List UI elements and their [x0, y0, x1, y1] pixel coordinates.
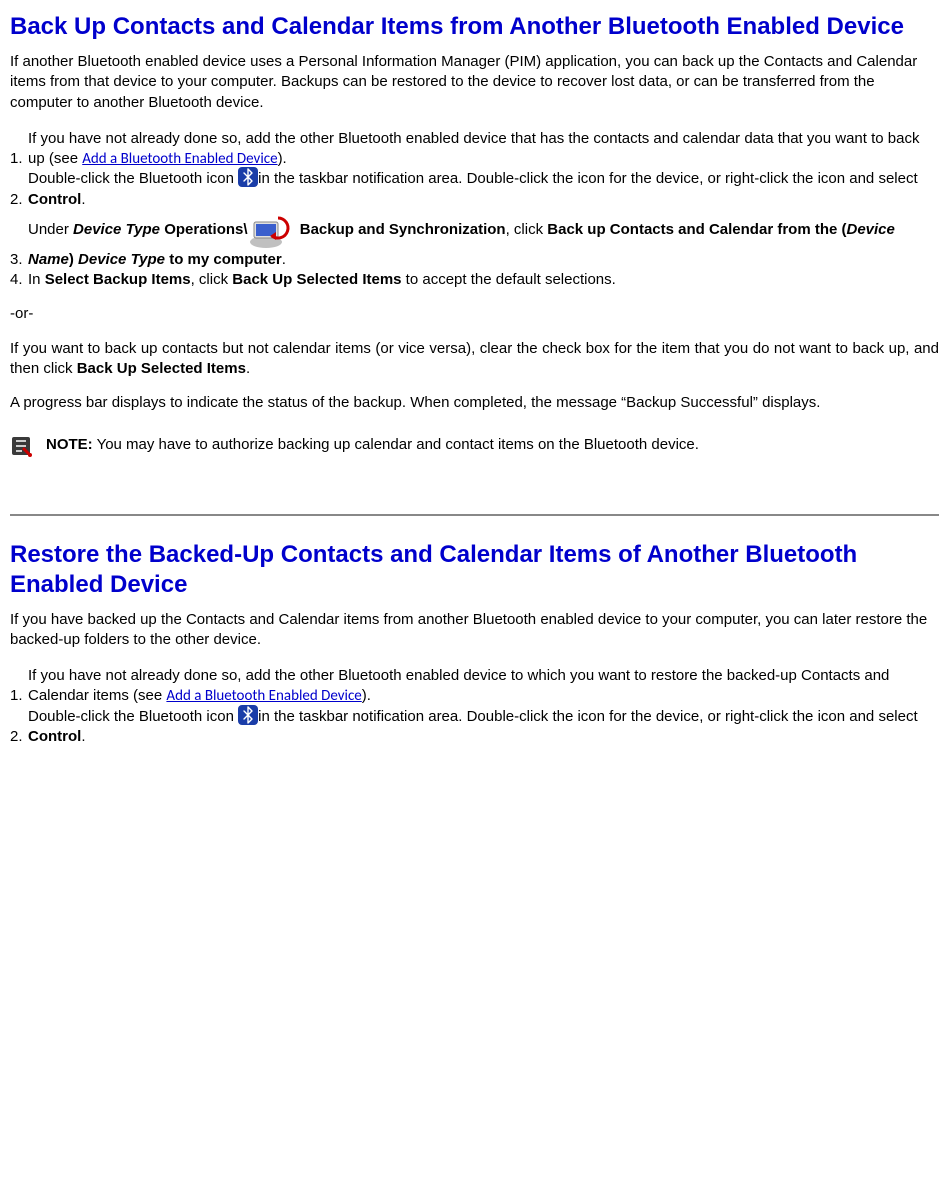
section2-steps: 1. If you have not already done so, add …: [10, 666, 939, 747]
step-text: Double-click the Bluetooth icon in the t…: [28, 169, 939, 210]
step-number: 1.: [10, 666, 28, 707]
section-separator: [10, 514, 939, 516]
section2-intro: If you have backed up the Contacts and C…: [10, 610, 939, 651]
add-bluetooth-device-link[interactable]: Add a Bluetooth Enabled Device: [166, 687, 361, 705]
or-separator: -or-: [10, 304, 939, 324]
progress-text: A progress bar displays to indicate the …: [10, 393, 939, 413]
step-number: 3.: [10, 210, 28, 270]
section2-title: Restore the Backed-Up Contacts and Calen…: [10, 540, 939, 600]
step-text: Double-click the Bluetooth icon in the t…: [28, 707, 939, 748]
step-number: 2.: [10, 169, 28, 210]
backup-sync-icon: [248, 210, 296, 250]
step-text: Under Device Type Operations\ Backup and…: [28, 210, 939, 270]
step-number: 2.: [10, 707, 28, 748]
section1-title: Back Up Contacts and Calendar Items from…: [10, 12, 939, 42]
note-text: NOTE: You may have to authorize backing …: [36, 435, 699, 463]
section1-intro: If another Bluetooth enabled device uses…: [10, 52, 939, 113]
note-box: NOTE: You may have to authorize backing …: [10, 435, 699, 463]
note-icon: [10, 435, 32, 457]
alt-instruction: If you want to back up contacts but not …: [10, 339, 939, 380]
add-bluetooth-device-link[interactable]: Add a Bluetooth Enabled Device: [82, 150, 277, 168]
bluetooth-icon: [238, 167, 258, 187]
section1-steps: 1. If you have not already done so, add …: [10, 129, 939, 291]
step-number: 4.: [10, 270, 28, 290]
step-number: 1.: [10, 129, 28, 170]
bluetooth-icon: [238, 705, 258, 725]
step-text: In Select Backup Items, click Back Up Se…: [28, 270, 939, 290]
step-text: If you have not already done so, add the…: [28, 666, 939, 707]
step-text: If you have not already done so, add the…: [28, 129, 939, 170]
